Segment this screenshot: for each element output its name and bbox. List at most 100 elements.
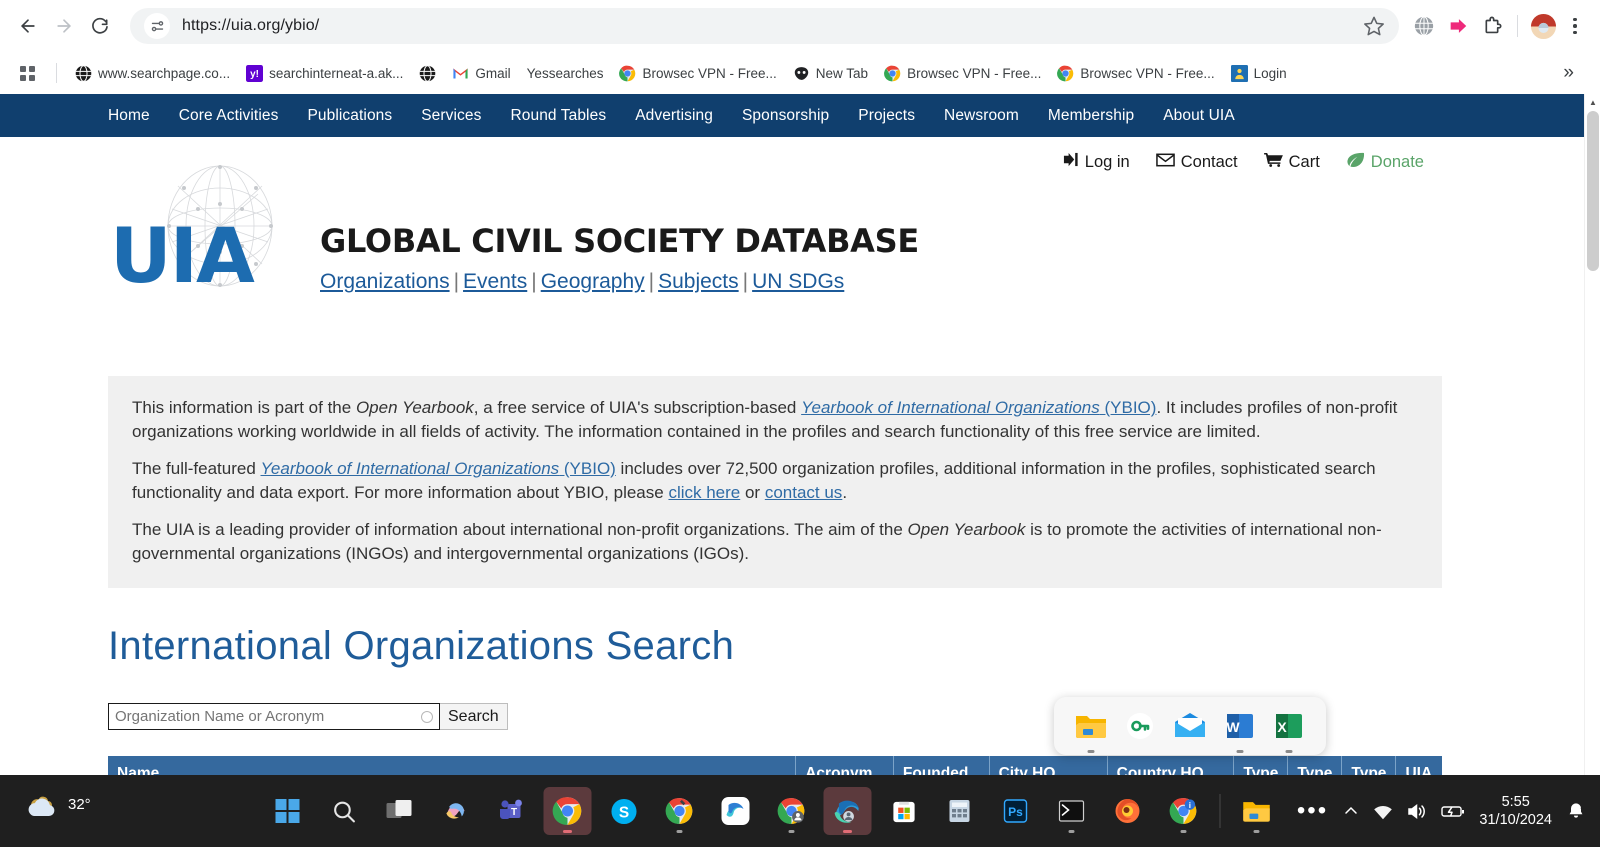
bookmark-item[interactable]: www.searchpage.co... <box>67 61 238 86</box>
bookmark-item[interactable]: Browsec VPN - Free... <box>611 61 784 86</box>
leaf-icon <box>1346 152 1365 172</box>
scrollbar-thumb[interactable] <box>1587 111 1599 271</box>
more-button[interactable]: ••• <box>1289 787 1337 835</box>
ybio-link[interactable]: Yearbook of International Organizations … <box>801 398 1156 417</box>
bookmark-item[interactable]: Browsec VPN - Free... <box>876 61 1049 86</box>
scroll-up-arrow[interactable]: ▲ <box>1585 94 1600 111</box>
store-button[interactable] <box>880 787 928 835</box>
bookmark-item-gmail[interactable]: Gmail <box>444 61 518 86</box>
nav-item-projects[interactable]: Projects <box>858 107 915 125</box>
search-taskbar-button[interactable] <box>320 787 368 835</box>
chrome-profile-button[interactable] <box>768 787 816 835</box>
nav-item-publications[interactable]: Publications <box>307 107 392 125</box>
weather-widget[interactable]: 32° <box>22 792 142 831</box>
column-header-acronym[interactable]: Acronym <box>795 756 894 775</box>
column-header-type-ii[interactable]: Type II <box>1287 756 1343 775</box>
photoshop-button[interactable]: Ps <box>992 787 1040 835</box>
all-bookmarks-icon[interactable] <box>12 58 42 88</box>
bookmarks-overflow-button[interactable]: » <box>1563 62 1588 84</box>
login-link[interactable]: Log in <box>1062 152 1130 172</box>
nav-item-about-uia[interactable]: About UIA <box>1163 107 1235 125</box>
browsec-extension-icon[interactable] <box>1441 9 1475 43</box>
masthead-link-organizations[interactable]: Organizations <box>320 270 450 293</box>
uia-logo[interactable]: UIA <box>110 160 300 300</box>
bookmark-item[interactable]: Yessearches <box>519 62 612 85</box>
mail-icon[interactable] <box>1173 709 1207 743</box>
search-button[interactable]: Search <box>440 703 508 730</box>
back-button[interactable] <box>10 8 46 44</box>
extensions-puzzle-icon[interactable] <box>1475 9 1509 43</box>
bookmark-item[interactable]: New Tab <box>785 61 876 86</box>
chrome-button[interactable] <box>543 787 592 835</box>
column-header-city-hq[interactable]: City HQ <box>989 756 1108 775</box>
cart-link[interactable]: Cart <box>1263 152 1320 172</box>
chrome-tools-button[interactable] <box>656 787 704 835</box>
reload-button[interactable] <box>82 8 118 44</box>
running-indicator <box>1236 750 1244 753</box>
clock[interactable]: 5:55 31/10/2024 <box>1479 793 1552 829</box>
password-key-icon[interactable] <box>1123 709 1157 743</box>
chrome-info-button[interactable]: i <box>1160 787 1208 835</box>
nav-item-sponsorship[interactable]: Sponsorship <box>742 107 829 125</box>
column-header-name[interactable]: Name <box>108 756 797 775</box>
nav-item-core-activities[interactable]: Core Activities <box>179 107 279 125</box>
masthead-link-geography[interactable]: Geography <box>541 270 645 293</box>
nav-item-services[interactable]: Services <box>421 107 481 125</box>
bookmark-star-icon[interactable] <box>1363 15 1385 37</box>
nav-item-newsroom[interactable]: Newsroom <box>944 107 1019 125</box>
taskbar-popup[interactable]: W X <box>1054 697 1326 755</box>
profile-avatar[interactable] <box>1526 9 1560 43</box>
organizations-results-table: Name Acronym Founded City HQ Country HQ … <box>108 756 1442 775</box>
column-header-uia-org-id[interactable]: UIA Org ID <box>1395 756 1442 775</box>
bookmark-item[interactable]: Login <box>1223 61 1295 86</box>
nav-item-home[interactable]: Home <box>108 107 150 125</box>
file-explorer-icon[interactable] <box>1074 709 1108 753</box>
bookmark-item[interactable]: Browsec VPN - Free... <box>1049 61 1222 86</box>
masthead-link-subjects[interactable]: Subjects <box>658 270 739 293</box>
search-input-wrapper[interactable] <box>108 703 440 730</box>
click-here-link[interactable]: click here <box>668 483 740 502</box>
bookmark-item[interactable] <box>411 61 444 86</box>
site-info-icon[interactable] <box>144 13 170 39</box>
copilot-button[interactable] <box>432 787 480 835</box>
terminal-button[interactable] <box>1048 787 1096 835</box>
calculator-button[interactable] <box>936 787 984 835</box>
battery-charging-icon[interactable] <box>1441 804 1465 819</box>
skype-button[interactable]: S <box>600 787 648 835</box>
table-header-row: Name Acronym Founded City HQ Country HQ … <box>108 756 1442 775</box>
contact-us-link[interactable]: contact us <box>765 483 843 502</box>
nav-item-round-tables[interactable]: Round Tables <box>510 107 606 125</box>
wifi-icon[interactable] <box>1373 803 1393 820</box>
show-hidden-icons-chevron[interactable] <box>1343 803 1359 819</box>
search-input[interactable] <box>115 708 417 725</box>
file-explorer-button[interactable] <box>1233 787 1281 835</box>
task-view-button[interactable] <box>376 787 424 835</box>
bookmark-label: Login <box>1253 65 1287 81</box>
column-header-founded[interactable]: Founded <box>893 756 990 775</box>
ybio-link[interactable]: Yearbook of International Organizations … <box>261 459 616 478</box>
column-header-type-i[interactable]: Type I <box>1233 756 1289 775</box>
masthead-link-events[interactable]: Events <box>463 270 527 293</box>
nav-item-advertising[interactable]: Advertising <box>635 107 713 125</box>
word-icon[interactable]: W <box>1223 709 1257 753</box>
notifications-icon[interactable]: z <box>1566 801 1586 821</box>
edge-beta-button[interactable] <box>712 787 760 835</box>
globe-extension-icon[interactable] <box>1407 9 1441 43</box>
page-scrollbar[interactable]: ▲ <box>1584 94 1600 775</box>
column-header-country-hq[interactable]: Country HQ <box>1107 756 1235 775</box>
chrome-menu-button[interactable] <box>1560 9 1590 43</box>
firefox-button[interactable] <box>1104 787 1152 835</box>
bookmark-item[interactable]: y! searchinterneat-a.ak... <box>238 61 411 86</box>
teams-button[interactable]: T <box>488 787 536 835</box>
address-bar[interactable]: https://uia.org/ybio/ <box>130 8 1399 44</box>
start-button[interactable] <box>264 787 312 835</box>
nav-item-membership[interactable]: Membership <box>1048 107 1134 125</box>
volume-icon[interactable] <box>1407 803 1427 820</box>
contact-link[interactable]: Contact <box>1155 153 1238 172</box>
forward-button[interactable] <box>46 8 82 44</box>
column-header-type-iii[interactable]: Type III <box>1341 756 1397 775</box>
donate-link[interactable]: Donate <box>1346 152 1424 172</box>
masthead-link-un-sdgs[interactable]: UN SDGs <box>752 270 844 293</box>
edge-button[interactable] <box>823 787 872 835</box>
excel-icon[interactable]: X <box>1272 709 1306 753</box>
